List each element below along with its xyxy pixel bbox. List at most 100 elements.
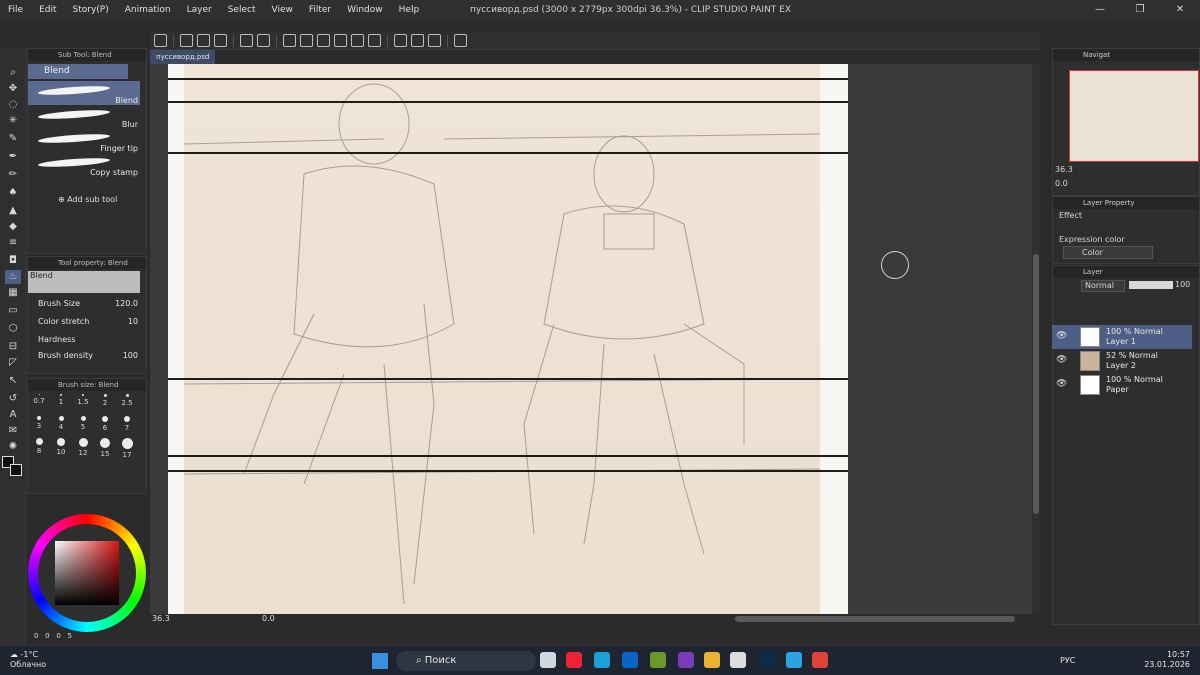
brush-size-option[interactable]: 5 (72, 416, 94, 431)
menu-filter[interactable]: Filter (301, 0, 339, 20)
navigator-thumbnail[interactable] (1069, 70, 1199, 162)
brush-size-option[interactable]: 2.5 (116, 394, 138, 407)
document-tab[interactable]: пуссиворд.psd (150, 50, 216, 64)
object-icon[interactable]: ↖ (5, 374, 21, 388)
telegram-icon[interactable] (786, 652, 802, 668)
visibility-eye-icon[interactable]: 👁 (1056, 379, 1067, 389)
pencil-icon[interactable]: ✏ (5, 168, 21, 182)
frame-icon[interactable]: ⬡ (5, 322, 21, 336)
layer-row[interactable]: 👁 100 % Normal Layer 1 (1052, 325, 1192, 349)
loading-icon[interactable] (283, 34, 296, 47)
redo-icon[interactable] (257, 34, 270, 47)
menu-help[interactable]: Help (391, 0, 428, 20)
angle-readout[interactable]: 0.0 (262, 614, 275, 623)
opacity-slider[interactable] (1129, 281, 1173, 289)
brush-density-row[interactable]: Brush density 100 (38, 351, 138, 363)
new-file-icon[interactable] (180, 34, 193, 47)
minimize-icon[interactable]: — (1080, 0, 1120, 20)
airbrush-icon[interactable]: ▲ (5, 204, 21, 218)
pen-icon[interactable]: ✒ (5, 150, 21, 164)
menu-story[interactable]: Story(P) (65, 0, 117, 20)
subtool-finger-tip[interactable]: Finger tip (28, 129, 140, 153)
figure-icon[interactable]: ▭ (5, 304, 21, 318)
invert-selection-icon[interactable] (368, 34, 381, 47)
brush-size-option[interactable]: 3 (28, 416, 50, 430)
save-icon[interactable] (214, 34, 227, 47)
close-icon[interactable]: ✕ (1160, 0, 1200, 20)
color-stretch-row[interactable]: Color stretch 10 (38, 317, 138, 329)
open-folder-icon[interactable] (197, 34, 210, 47)
blend-tool-icon[interactable]: ♨ (5, 270, 21, 284)
horizontal-scrollbar[interactable] (735, 616, 1015, 622)
language-indicator[interactable]: РУС (1060, 656, 1075, 665)
outlook-icon[interactable] (622, 652, 638, 668)
balloon-icon[interactable]: ✉ (5, 424, 21, 438)
brush-size-option[interactable]: 4 (50, 416, 72, 431)
menu-select[interactable]: Select (220, 0, 264, 20)
eraser-icon[interactable]: ◆ (5, 220, 21, 234)
brush-size-option[interactable]: 17 (116, 438, 138, 459)
undo-icon[interactable] (240, 34, 253, 47)
add-sub-tool-button[interactable]: ⊕ Add sub tool (58, 195, 117, 204)
menu-window[interactable]: Window (339, 0, 391, 20)
navigator-zoom[interactable]: 36.3 (1055, 165, 1073, 174)
sub-tool-group[interactable]: Blend (28, 64, 128, 79)
yandex-icon[interactable] (566, 652, 582, 668)
text-icon[interactable]: A (5, 408, 21, 422)
decoration-icon[interactable]: ≡ (5, 236, 21, 250)
transform-icon[interactable] (334, 34, 347, 47)
chrome-icon[interactable] (812, 652, 828, 668)
menu-edit[interactable]: Edit (31, 0, 64, 20)
folder-icon[interactable] (704, 652, 720, 668)
hardness-row[interactable]: Hardness (38, 335, 138, 347)
deselect-icon[interactable] (351, 34, 364, 47)
magic-wand-icon[interactable]: ✳ (5, 114, 21, 128)
smartphone-icon[interactable] (454, 34, 467, 47)
zoom-icon[interactable]: ⌕ (5, 66, 21, 80)
brush-size-option[interactable]: 0.7 (28, 394, 50, 405)
brush-icon[interactable]: ♠ (5, 186, 21, 200)
eyedropper-icon[interactable]: ✎ (5, 132, 21, 146)
brush-size-option[interactable]: 1 (50, 394, 72, 406)
vertical-scrollbar[interactable] (1032, 64, 1040, 614)
pen-stroke-alt-icon[interactable] (428, 34, 441, 47)
layer-row[interactable]: 👁 52 % Normal Layer 2 (1052, 349, 1192, 373)
menu-view[interactable]: View (263, 0, 300, 20)
move-icon[interactable]: ✥ (5, 82, 21, 96)
subtool-copy-stamp[interactable]: Copy stamp (28, 153, 140, 177)
visibility-eye-icon[interactable]: 👁 (1056, 355, 1067, 365)
visibility-eye-icon[interactable]: 👁 (1056, 331, 1067, 341)
menu-layer[interactable]: Layer (179, 0, 220, 20)
weather-widget[interactable]: ☁ -1°C Облачно (10, 650, 46, 670)
brush-size-option[interactable]: 2 (94, 394, 116, 407)
clip-studio-icon[interactable] (730, 652, 746, 668)
navigator-angle[interactable]: 0.0 (1055, 179, 1068, 188)
brush-size-option[interactable]: 7 (116, 416, 138, 432)
brush-size-option[interactable]: 6 (94, 416, 116, 432)
layer-row[interactable]: 👁 100 % Normal Paper (1052, 373, 1192, 397)
zoom-readout[interactable]: 36.3 (152, 614, 170, 623)
photoshop-icon[interactable] (760, 652, 776, 668)
game-icon[interactable] (650, 652, 666, 668)
clock[interactable]: 10:57 23.01.2026 (1144, 650, 1190, 670)
expression-color-select[interactable]: Color (1063, 246, 1153, 259)
brush-size-option[interactable]: 15 (94, 438, 116, 458)
brush-size-option[interactable]: 8 (28, 438, 50, 455)
start-icon[interactable] (372, 653, 388, 669)
sketch-layer[interactable] (183, 64, 821, 614)
lasso-icon[interactable]: ◌ (5, 98, 21, 112)
gradient-icon[interactable]: ▦ (5, 286, 21, 300)
layer-move-icon[interactable]: ◸ (5, 356, 21, 370)
brush-size-option[interactable]: 12 (72, 438, 94, 457)
brush-size-option[interactable]: 10 (50, 438, 72, 456)
opacity-value[interactable]: 100 (1175, 280, 1190, 289)
fill-bucket-icon[interactable]: ◘ (5, 254, 21, 268)
edge-icon[interactable] (594, 652, 610, 668)
clear-icon[interactable] (300, 34, 313, 47)
fill-icon[interactable] (317, 34, 330, 47)
color-saturation-value-square[interactable] (55, 541, 119, 605)
subtool-blend[interactable]: Blend (28, 81, 140, 105)
brush-size-option[interactable]: 1.5 (72, 394, 94, 406)
blend-mode-select[interactable]: Normal (1081, 280, 1125, 292)
menu-animation[interactable]: Animation (117, 0, 179, 20)
